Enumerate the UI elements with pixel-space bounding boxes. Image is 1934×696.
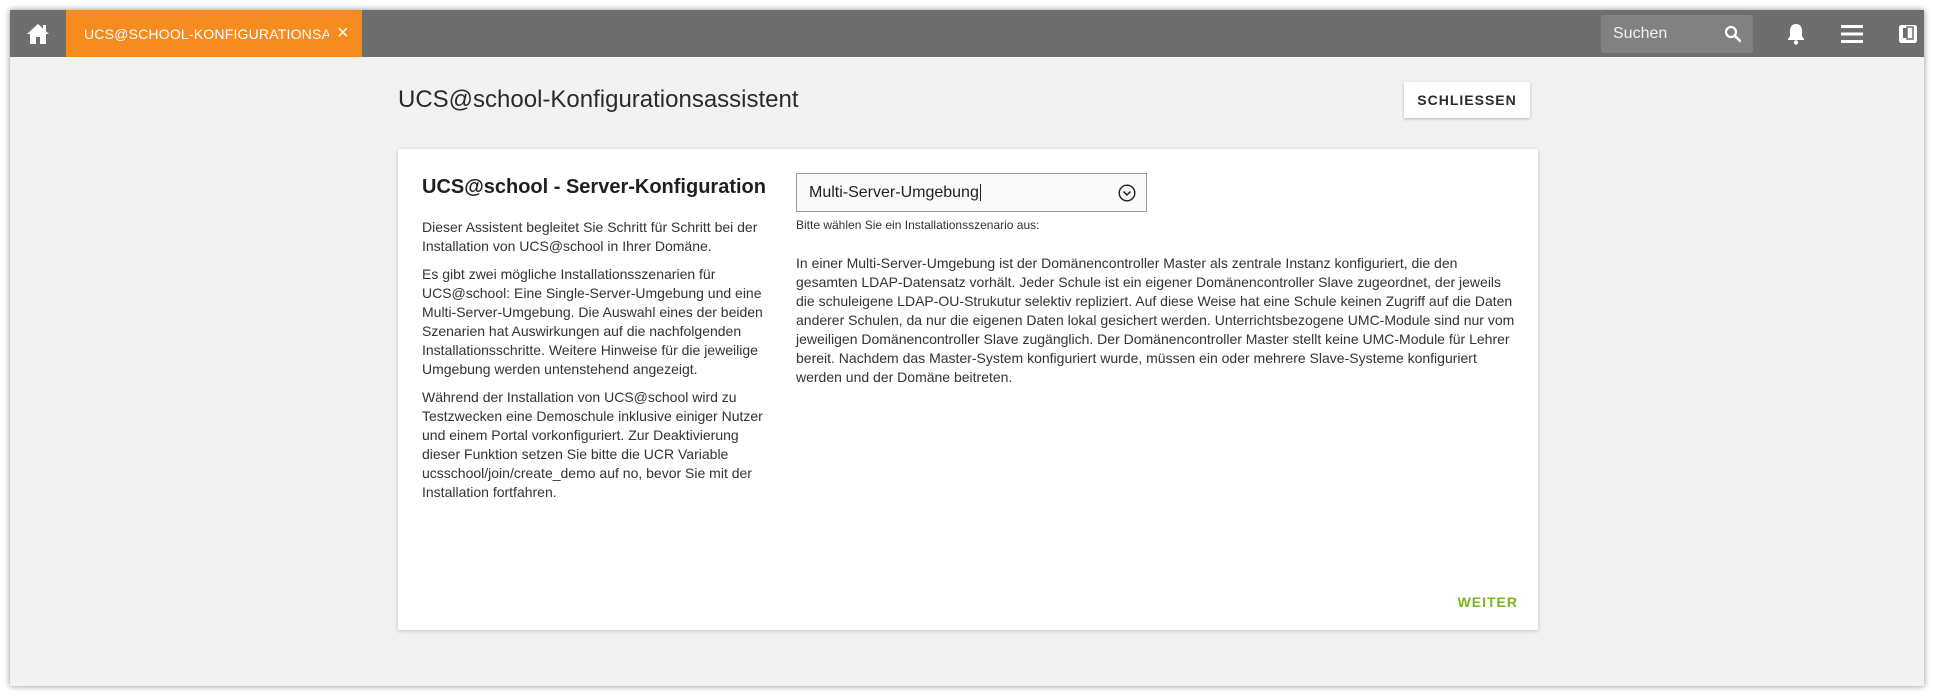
text-cursor [979,184,981,201]
close-icon: × [337,21,349,44]
top-bar: UCS@SCHOOL-KONFIGURATIONSAS… × Suchen [10,10,1924,57]
intro-text: Dieser Assistent begleitet Sie Schritt f… [422,218,772,511]
menu-icon [1841,25,1863,43]
apps-button[interactable] [1896,22,1920,46]
tab-close-button[interactable]: × [332,22,354,44]
scenario-description: In einer Multi-Server-Umgebung ist der D… [796,255,1515,385]
search-icon[interactable] [1724,25,1742,43]
intro-paragraph: Während der Installation von UCS@school … [422,389,763,500]
bell-icon [1788,24,1804,45]
app-window: UCS@SCHOOL-KONFIGURATIONSAS… × Suchen UC… [10,10,1924,686]
scenario-select[interactable]: Multi-Server-Umgebung [796,173,1147,212]
search-placeholder: Suchen [1613,25,1668,42]
home-button[interactable] [10,10,66,57]
next-button[interactable]: WEITER [1458,594,1518,610]
intro-paragraph: Es gibt zwei mögliche Installationsszena… [422,266,763,377]
scenario-select-hint: Bitte wählen Sie ein Installationsszenar… [796,218,1040,232]
card-title: UCS@school - Server-Konfiguration [422,176,766,198]
search-input[interactable]: Suchen [1601,15,1753,53]
tab-konfigurationsassistent[interactable]: UCS@SCHOOL-KONFIGURATIONSAS… × [66,10,362,57]
close-button[interactable]: SCHLIESSEN [1404,82,1530,118]
home-icon [27,23,49,44]
intro-paragraph: Dieser Assistent begleitet Sie Schritt f… [422,219,758,254]
scenario-select-value: Multi-Server-Umgebung [809,183,979,201]
wizard-card: UCS@school - Server-Konfiguration Dieser… [398,149,1538,630]
page-title: UCS@school-Konfigurationsassistent [398,86,799,113]
tab-label: UCS@SCHOOL-KONFIGURATIONSAS… [84,25,329,42]
menu-button[interactable] [1840,22,1864,46]
tablet-icon [1899,25,1917,43]
chevron-down-icon[interactable] [1118,184,1136,202]
notifications-button[interactable] [1784,22,1808,46]
